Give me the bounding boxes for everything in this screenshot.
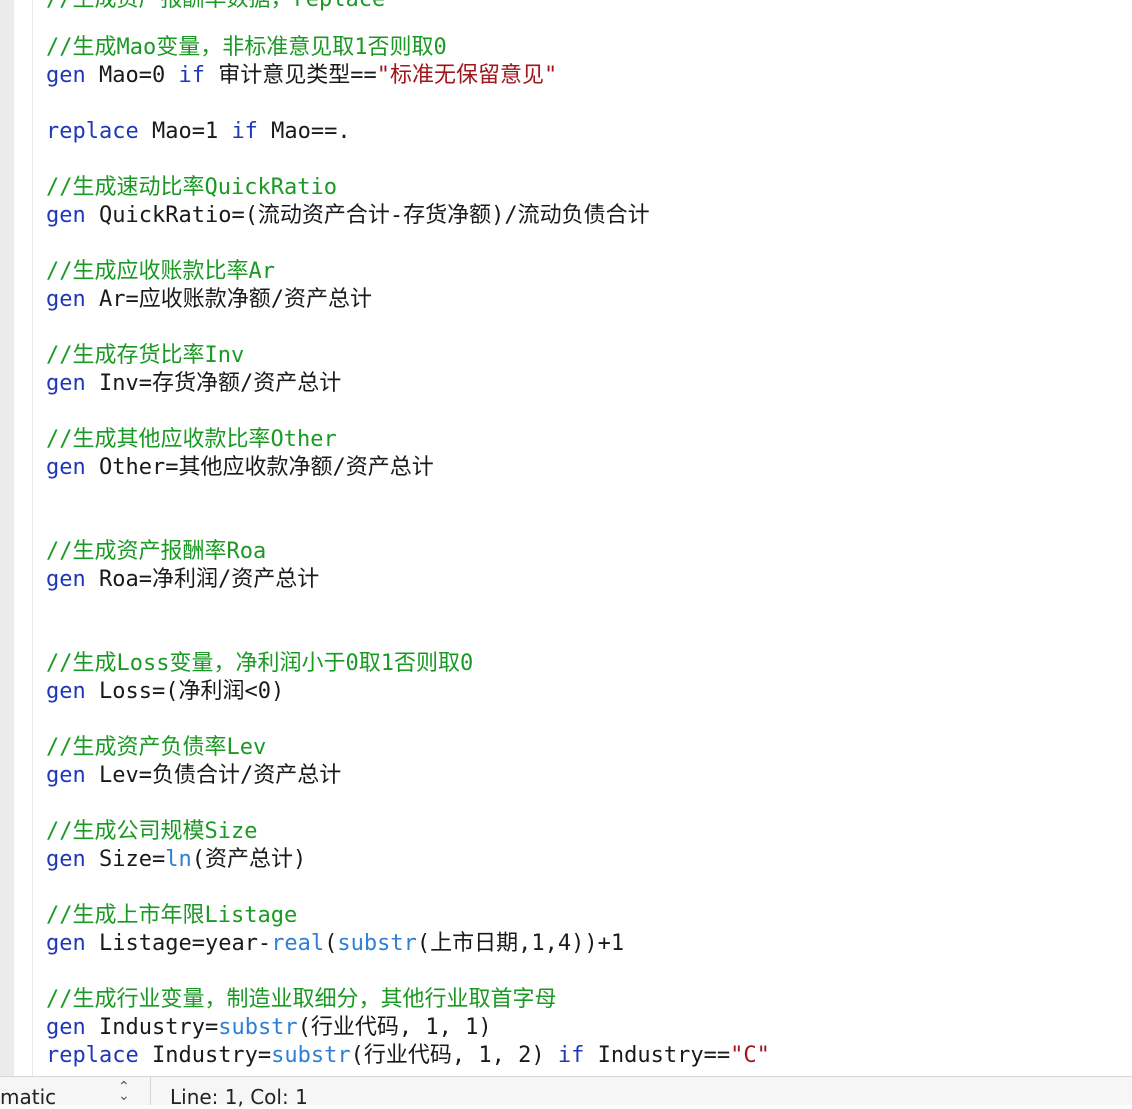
keyword-token: gen	[46, 763, 86, 788]
code-token: Ar=应收账款净额/资产总计	[85, 287, 372, 312]
code-token: Size=	[85, 847, 166, 872]
code-line[interactable]: //生成公司规模Size	[46, 818, 257, 846]
comment-token: //生成应收账款比率Ar	[46, 259, 275, 284]
code-line[interactable]: gen Other=其他应收款净额/资产总计	[46, 454, 434, 482]
comment-token: //生成存货比率Inv	[46, 343, 245, 368]
code-line[interactable]: gen Lev=负债合计/资产总计	[46, 762, 341, 790]
keyword-token: if	[231, 119, 258, 144]
cursor-position: Line: 1, Col: 1	[170, 1085, 308, 1109]
code-line[interactable]: gen Size=ln(资产总计)	[46, 846, 306, 874]
code-editor[interactable]: //生成资产报酬率数据，replace //生成Mao变量，非标准意见取1否则取0…	[0, 0, 1132, 1076]
function-token: substr	[218, 1015, 298, 1040]
code-token: (行业代码, 1, 1)	[297, 1015, 492, 1040]
code-line[interactable]: replace Industry=substr(行业代码, 1, 2) if I…	[46, 1042, 770, 1070]
code-line[interactable]: //生成Loss变量，净利润小于0取1否则取0	[46, 650, 473, 678]
keyword-token: gen	[46, 1015, 86, 1040]
code-token: Loss=(净利润<0)	[85, 679, 285, 704]
code-line[interactable]: gen Mao=0 if 审计意见类型=="标准无保留意见"	[46, 62, 557, 90]
code-token: Listage=year-	[85, 931, 272, 956]
code-line[interactable]: gen QuickRatio=(流动资产合计-存货净额)/流动负债合计	[46, 202, 650, 230]
code-token: Mao==.	[257, 119, 351, 144]
keyword-token: if	[178, 63, 205, 88]
code-line[interactable]: //生成资产负债率Lev	[46, 734, 266, 762]
code-token: Mao=0	[85, 63, 179, 88]
comment-token: //生成资产负债率Lev	[46, 735, 267, 760]
keyword-token: gen	[46, 847, 86, 872]
code-token: QuickRatio=(流动资产合计-存货净额)/流动负债合计	[85, 203, 650, 228]
code-token: Industry=	[138, 1043, 272, 1068]
code-line[interactable]: gen Roa=净利润/资产总计	[46, 566, 319, 594]
code-line[interactable]: replace Mao=1 if Mao==.	[46, 118, 351, 146]
comment-token: //生成公司规模Size	[46, 819, 258, 844]
code-line[interactable]: //生成资产报酬率Roa	[46, 538, 266, 566]
code-token: (资产总计)	[191, 847, 307, 872]
keyword-token: gen	[46, 371, 86, 396]
gutter-divider	[32, 0, 33, 1076]
code-token: Other=其他应收款净额/资产总计	[85, 455, 434, 480]
keyword-token: replace	[46, 119, 139, 144]
keyword-token: replace	[46, 1043, 139, 1068]
status-bar: matic ⌃ ⌄ Line: 1, Col: 1	[0, 1076, 1132, 1109]
code-token: Industry==	[584, 1043, 731, 1068]
code-line[interactable]: gen Loss=(净利润<0)	[46, 678, 284, 706]
keyword-token: gen	[46, 455, 86, 480]
code-token: Mao=1	[138, 119, 232, 144]
keyword-token: gen	[46, 679, 86, 704]
code-line[interactable]: //生成存货比率Inv	[46, 342, 244, 370]
comment-token: //生成速动比率QuickRatio	[46, 175, 337, 200]
code-token: Roa=净利润/资产总计	[85, 567, 320, 592]
code-line[interactable]: //生成应收账款比率Ar	[46, 258, 275, 286]
code-line[interactable]: //生成其他应收款比率Other	[46, 426, 337, 454]
status-divider	[150, 1077, 151, 1105]
comment-token: //生成资产报酬率Roa	[46, 539, 267, 564]
comment-token: //生成其他应收款比率Other	[46, 427, 337, 452]
keyword-token: gen	[46, 63, 86, 88]
comment-token: //生成资产报酬率数据，replace	[46, 0, 385, 12]
code-token: (上市日期,1,4))+1	[416, 931, 625, 956]
function-token: substr	[271, 1043, 351, 1068]
chevron-up-down-icon[interactable]: ⌃ ⌄	[118, 1080, 130, 1103]
comment-token: //生成行业变量，制造业取细分，其他行业取首字母	[46, 987, 557, 1012]
function-token: substr	[337, 931, 417, 956]
code-token: 审计意见类型==	[204, 63, 377, 88]
code-token: (	[324, 931, 338, 956]
string-token: "标准无保留意见"	[376, 63, 558, 88]
code-token: (行业代码, 1, 2)	[350, 1043, 558, 1068]
editor-gutter	[0, 0, 14, 1076]
syntax-mode-select[interactable]: matic	[0, 1085, 56, 1109]
code-line[interactable]: gen Ar=应收账款净额/资产总计	[46, 286, 372, 314]
code-token: Industry=	[85, 1015, 219, 1040]
code-line[interactable]: gen Inv=存货净额/资产总计	[46, 370, 341, 398]
code-line[interactable]: //生成上市年限Listage	[46, 902, 297, 930]
string-token: "C"	[730, 1043, 770, 1068]
keyword-token: gen	[46, 203, 86, 228]
code-line[interactable]: //生成Mao变量，非标准意见取1否则取0	[46, 34, 447, 62]
code-token: Lev=负债合计/资产总计	[85, 763, 342, 788]
comment-token: //生成Loss变量，净利润小于0取1否则取0	[46, 651, 474, 676]
code-line[interactable]: gen Industry=substr(行业代码, 1, 1)	[46, 1014, 492, 1042]
comment-token: //生成上市年限Listage	[46, 903, 298, 928]
comment-token: //生成Mao变量，非标准意见取1否则取0	[46, 35, 447, 60]
code-line[interactable]: //生成资产报酬率数据，replace	[46, 0, 385, 14]
keyword-token: gen	[46, 287, 86, 312]
code-token: Inv=存货净额/资产总计	[85, 371, 342, 396]
code-line[interactable]: //生成行业变量，制造业取细分，其他行业取首字母	[46, 986, 557, 1014]
keyword-token: gen	[46, 931, 86, 956]
function-token: real	[271, 931, 325, 956]
code-line[interactable]: //生成速动比率QuickRatio	[46, 174, 337, 202]
function-token: ln	[165, 847, 192, 872]
keyword-token: gen	[46, 567, 86, 592]
code-line[interactable]: gen Listage=year-real(substr(上市日期,1,4))+…	[46, 930, 624, 958]
keyword-token: if	[557, 1043, 585, 1068]
